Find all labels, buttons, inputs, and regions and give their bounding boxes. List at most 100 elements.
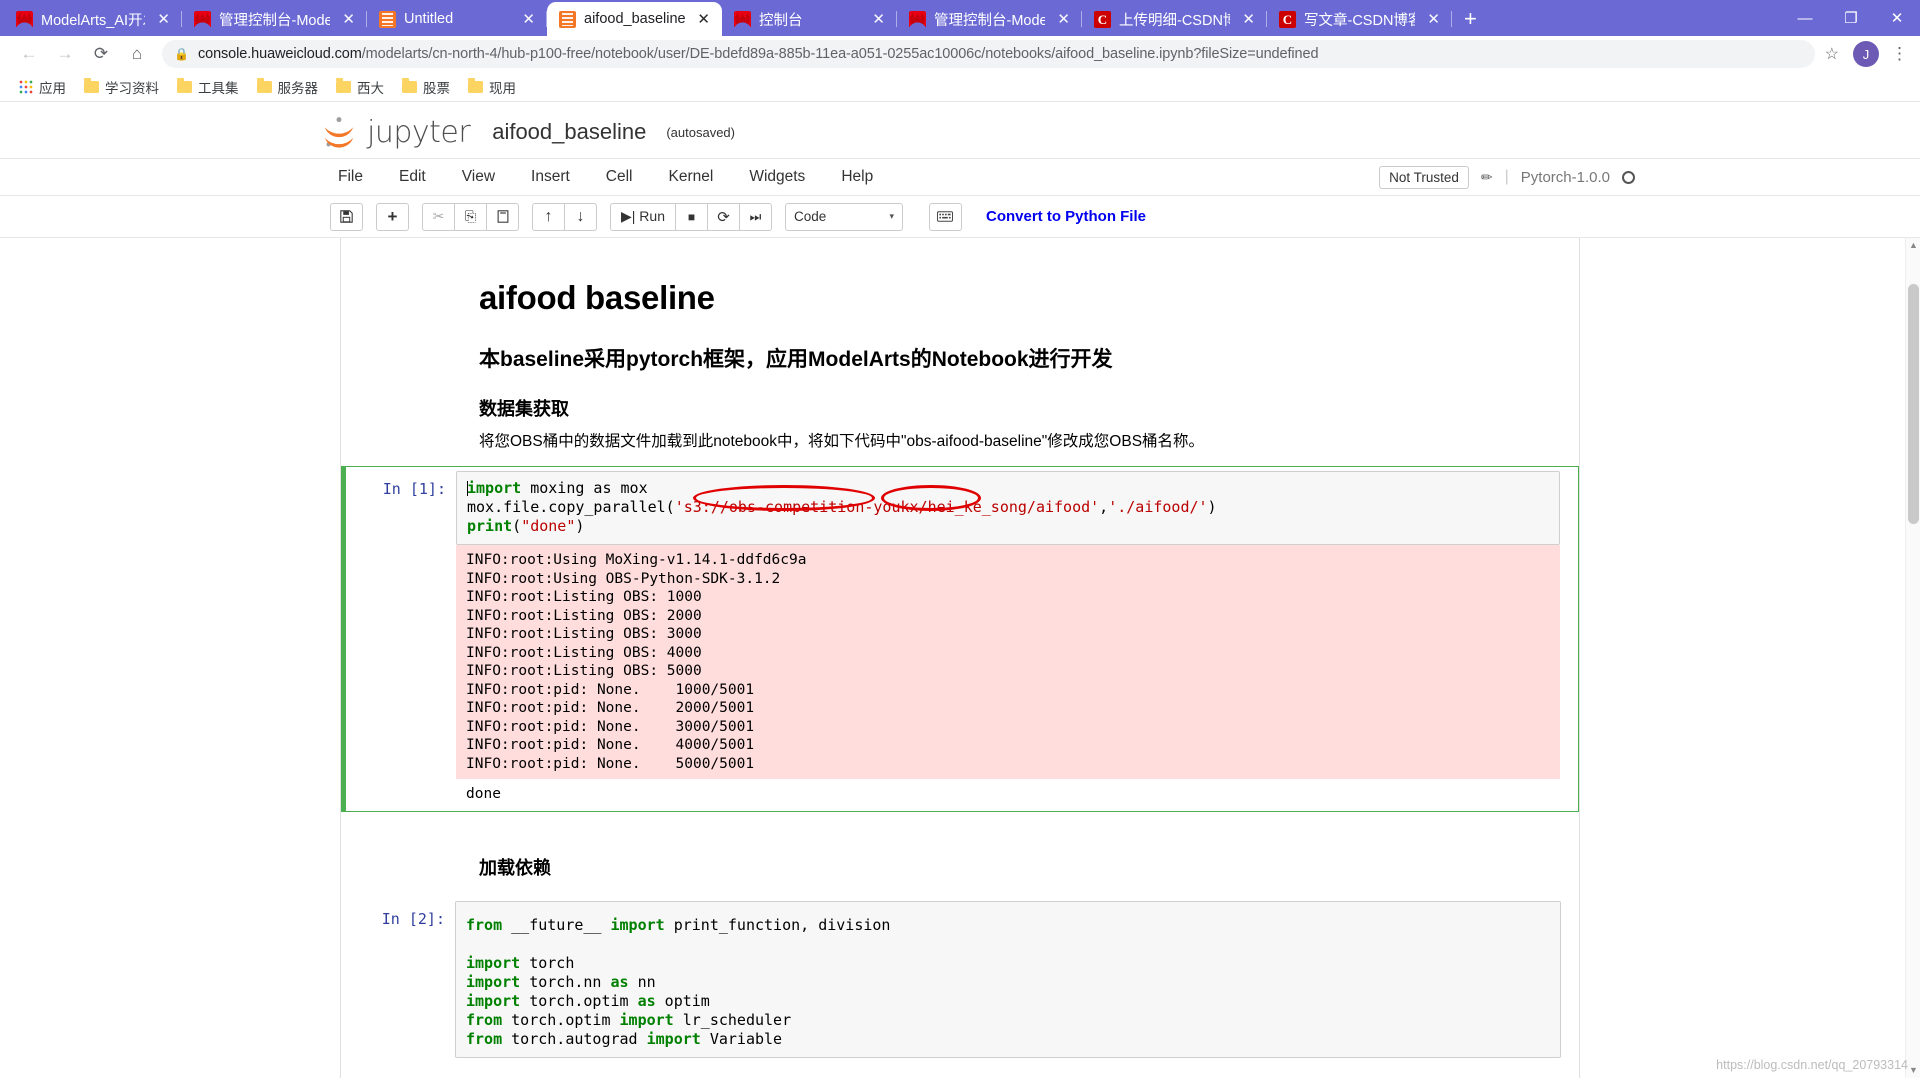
code-keyword: from: [466, 916, 502, 934]
address-bar[interactable]: 🔒 console.huaweicloud.com/modelarts/cn-n…: [162, 40, 1815, 68]
browser-tab-5[interactable]: 管理控制台-ModelArts ✕: [897, 2, 1082, 36]
run-cell-button[interactable]: ▶| Run: [610, 203, 676, 231]
huawei-icon: [16, 11, 33, 28]
close-window-button[interactable]: ✕: [1874, 9, 1920, 27]
markdown-cell-deps[interactable]: 加载依赖: [341, 812, 1579, 893]
code-keyword: import: [466, 973, 520, 991]
menu-widgets[interactable]: Widgets: [731, 168, 823, 186]
bookmark-folder-6[interactable]: 现用: [459, 74, 525, 100]
bookmark-folder-1[interactable]: 学习资料: [75, 74, 168, 100]
menu-view[interactable]: View: [444, 168, 513, 186]
tab-title: ModelArts_AI开发平台: [41, 9, 145, 30]
bookmark-folder-2[interactable]: 工具集: [168, 74, 248, 100]
tab-close-icon[interactable]: ✕: [153, 12, 174, 27]
code-function: print: [467, 517, 512, 535]
insert-cell-below-button[interactable]: +: [376, 203, 409, 231]
forward-button[interactable]: →: [48, 39, 82, 69]
code-cell-2[interactable]: In [2]: from __future__ import print_fun…: [341, 897, 1579, 1062]
tab-close-icon[interactable]: ✕: [1053, 12, 1074, 27]
bookmark-folder-3[interactable]: 服务器: [248, 74, 328, 100]
cell-type-select[interactable]: Code ▾: [785, 203, 903, 231]
bookmark-folder-4[interactable]: 西大: [327, 74, 393, 100]
tab-title: 控制台: [759, 9, 860, 30]
maximize-button[interactable]: ❐: [1828, 9, 1874, 27]
browser-tab-2[interactable]: Untitled ✕: [367, 2, 547, 36]
markdown-cell-title[interactable]: aifood baseline 本baseline采用pytorch框架，应用M…: [341, 260, 1579, 462]
profile-avatar[interactable]: J: [1853, 41, 1879, 67]
tab-close-icon[interactable]: ✕: [693, 12, 714, 27]
browser-menu-icon[interactable]: ⋮: [1891, 44, 1908, 64]
move-cell-up-button[interactable]: ↑: [532, 203, 565, 231]
tab-close-icon[interactable]: ✕: [1423, 12, 1444, 27]
bookmark-apps[interactable]: 应用: [10, 74, 75, 100]
code-cell-1[interactable]: In [1]: import moxing as mox mox.file.co…: [341, 466, 1579, 812]
menu-kernel[interactable]: Kernel: [651, 168, 732, 186]
scroll-down-arrow-icon[interactable]: ▼: [1906, 1063, 1920, 1078]
code-keyword: from: [466, 1011, 502, 1029]
code-string: "done": [521, 517, 575, 535]
menu-insert[interactable]: Insert: [513, 168, 588, 186]
notebook-name[interactable]: aifood_baseline: [492, 119, 646, 145]
bookmark-star-icon[interactable]: ☆: [1825, 44, 1839, 64]
folder-icon: [468, 81, 483, 93]
restart-and-run-all-button[interactable]: ⏭: [739, 203, 772, 231]
toolbar-group-clipboard: ✂ ⎘: [422, 203, 519, 231]
kernel-idle-circle-icon: [1622, 171, 1635, 184]
code-editor-1[interactable]: import moxing as mox mox.file.copy_paral…: [456, 471, 1560, 545]
scrollbar-thumb[interactable]: [1908, 284, 1919, 524]
cell-prompt: In [1]:: [360, 471, 456, 807]
code-keyword: import: [647, 1030, 701, 1048]
code-keyword: import: [466, 992, 520, 1010]
tab-close-icon[interactable]: ✕: [518, 12, 539, 27]
bookmark-folder-5[interactable]: 股票: [393, 74, 459, 100]
scroll-up-arrow-icon[interactable]: ▲: [1906, 238, 1920, 253]
tab-close-icon[interactable]: ✕: [338, 12, 359, 27]
reload-button[interactable]: ⟳: [84, 39, 118, 69]
pencil-icon[interactable]: ✏: [1481, 169, 1493, 186]
jupyter-logo[interactable]: jupyter: [320, 113, 470, 151]
tab-close-icon[interactable]: ✕: [868, 12, 889, 27]
move-cell-down-button[interactable]: ↓: [564, 203, 597, 231]
page-title: aifood baseline: [479, 279, 1563, 317]
command-palette-button[interactable]: [929, 203, 962, 231]
save-button[interactable]: [330, 203, 363, 231]
trust-status-badge[interactable]: Not Trusted: [1379, 166, 1469, 189]
toolbar-group-save: [330, 203, 363, 231]
cut-cell-button[interactable]: ✂: [422, 203, 455, 231]
code-text: ): [575, 517, 584, 535]
tab-close-icon[interactable]: ✕: [1238, 12, 1259, 27]
new-tab-button[interactable]: +: [1452, 8, 1489, 36]
menu-help[interactable]: Help: [823, 168, 891, 186]
code-text: ,: [1099, 498, 1108, 516]
copy-cell-button[interactable]: ⎘: [454, 203, 487, 231]
menu-cell[interactable]: Cell: [588, 168, 651, 186]
browser-tab-1[interactable]: 管理控制台-ModelArts ✕: [182, 2, 367, 36]
page-scrollbar[interactable]: ▲ ▼: [1905, 238, 1920, 1078]
home-button[interactable]: ⌂: [120, 39, 154, 69]
interrupt-kernel-button[interactable]: ■: [675, 203, 708, 231]
toolbar-group-palette: [929, 203, 962, 231]
jupyter-icon: [379, 11, 396, 28]
browser-tab-7[interactable]: C 写文章-CSDN博客 ✕: [1267, 2, 1452, 36]
code-text: torch: [520, 954, 574, 972]
tab-title: 管理控制台-ModelArts: [934, 9, 1045, 30]
back-button[interactable]: ←: [12, 39, 46, 69]
folder-icon: [177, 81, 192, 93]
menu-edit[interactable]: Edit: [381, 168, 444, 186]
code-editor-2[interactable]: from __future__ import print_function, d…: [455, 901, 1561, 1058]
browser-tab-6[interactable]: C 上传明细-CSDN博客 ✕: [1082, 2, 1267, 36]
minimize-button[interactable]: —: [1782, 10, 1828, 27]
browser-tab-3-active[interactable]: aifood_baseline ✕: [547, 2, 722, 36]
folder-icon: [84, 81, 99, 93]
convert-to-python-file-button[interactable]: Convert to Python File: [975, 203, 1157, 230]
cell-body: from __future__ import print_function, d…: [455, 901, 1561, 1058]
paste-cell-button[interactable]: [486, 203, 519, 231]
browser-tab-0[interactable]: ModelArts_AI开发平台 ✕: [4, 2, 182, 36]
browser-tab-4[interactable]: 控制台 ✕: [722, 2, 897, 36]
bookmark-label: 服务器: [278, 77, 319, 97]
menu-file[interactable]: File: [320, 168, 381, 186]
restart-kernel-button[interactable]: ⟳: [707, 203, 740, 231]
save-status: (autosaved): [666, 125, 735, 140]
lock-icon: 🔒: [174, 47, 189, 61]
bookmark-label: 股票: [423, 77, 450, 97]
